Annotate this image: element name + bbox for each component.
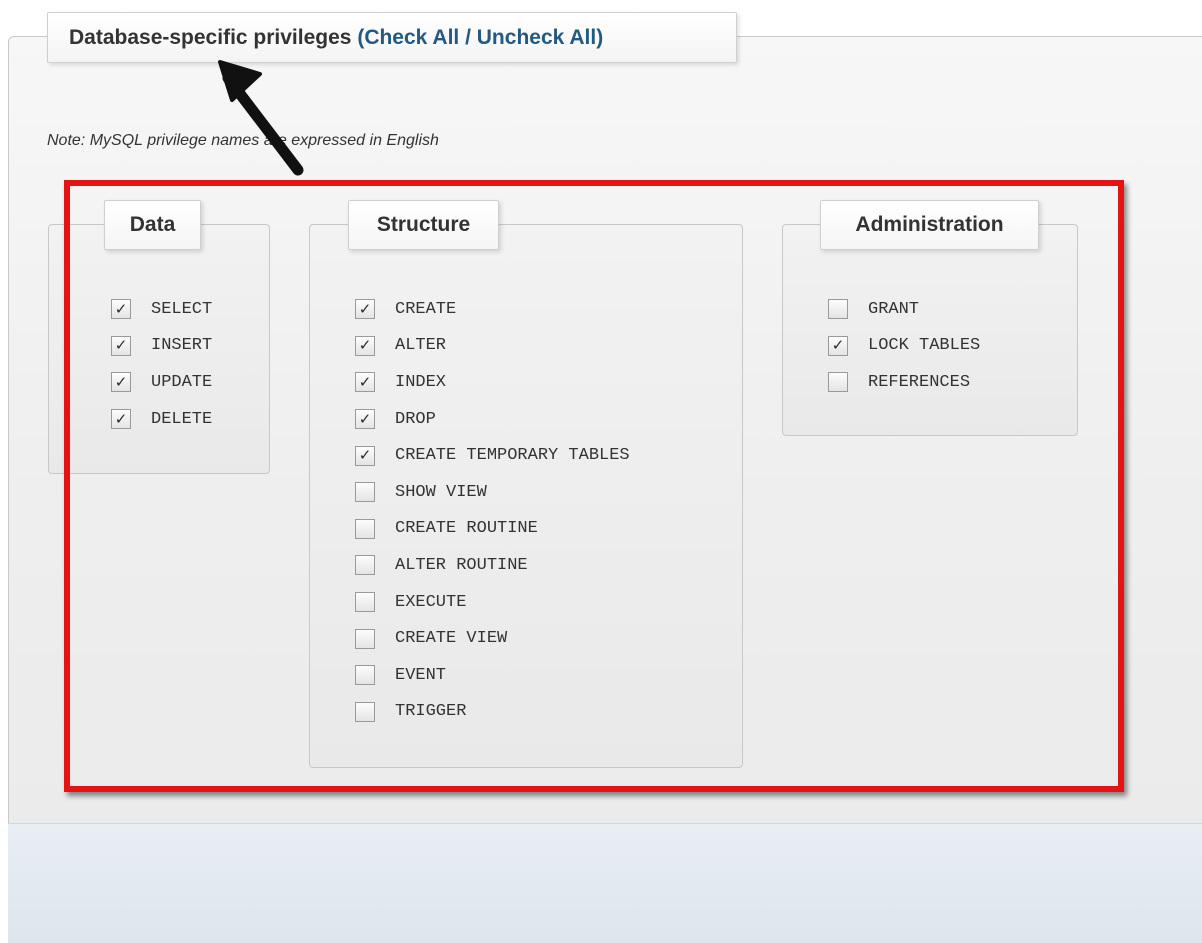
- privilege-execute[interactable]: EXECUTE: [355, 584, 630, 621]
- bottom-bar: [8, 823, 1202, 943]
- privilege-drop[interactable]: ✓ DROP: [355, 401, 630, 438]
- privileges-page: Database-specific privileges (Check All …: [0, 0, 1202, 943]
- privilege-grant[interactable]: GRANT: [828, 291, 980, 328]
- checkbox-icon[interactable]: ✓: [111, 409, 131, 430]
- data-privileges-list: ✓ SELECT ✓ INSERT ✓ UPDATE ✓ DELETE: [111, 291, 212, 437]
- privilege-label: CREATE: [395, 299, 457, 319]
- database-privileges-legend: Database-specific privileges (Check All …: [47, 12, 737, 63]
- checkbox-icon[interactable]: [355, 555, 375, 576]
- privilege-label: SHOW VIEW: [395, 482, 487, 502]
- checkbox-icon[interactable]: ✓: [111, 299, 131, 320]
- legend-open-paren: (: [357, 25, 365, 49]
- privilege-select[interactable]: ✓ SELECT: [111, 291, 212, 328]
- checkbox-icon[interactable]: [355, 518, 375, 539]
- privilege-alter[interactable]: ✓ ALTER: [355, 328, 630, 365]
- privilege-label: ALTER ROUTINE: [395, 555, 528, 575]
- privilege-label: TRIGGER: [395, 702, 467, 722]
- privilege-label: INSERT: [151, 336, 213, 356]
- uncheck-all-link[interactable]: Uncheck All: [477, 26, 596, 50]
- administration-privileges-list: GRANT ✓ LOCK TABLES REFERENCES: [828, 291, 980, 401]
- checkbox-icon[interactable]: [355, 701, 375, 722]
- privilege-label: EXECUTE: [395, 592, 467, 612]
- structure-privileges-list: ✓ CREATE ✓ ALTER ✓ INDEX ✓ DROP ✓ CREATE TEMPORAR…: [355, 291, 630, 730]
- check-all-link[interactable]: Check All: [364, 26, 459, 50]
- checkbox-icon[interactable]: [355, 482, 375, 503]
- privilege-label: SELECT: [151, 299, 213, 319]
- data-legend: Data: [104, 200, 201, 250]
- checkbox-icon[interactable]: [355, 665, 375, 686]
- privilege-label: CREATE VIEW: [395, 629, 508, 649]
- privilege-label: DROP: [395, 409, 436, 429]
- checkbox-icon[interactable]: ✓: [828, 335, 848, 356]
- privilege-label: ALTER: [395, 336, 447, 356]
- legend-title: Database-specific privileges: [69, 25, 352, 49]
- checkbox-icon[interactable]: [828, 299, 848, 320]
- privilege-alter-routine[interactable]: ALTER ROUTINE: [355, 547, 630, 584]
- privilege-create-view[interactable]: CREATE VIEW: [355, 620, 630, 657]
- checkbox-icon[interactable]: ✓: [355, 445, 375, 466]
- privilege-update[interactable]: ✓ UPDATE: [111, 364, 212, 401]
- privilege-label: REFERENCES: [868, 372, 971, 392]
- privilege-label: UPDATE: [151, 372, 213, 392]
- privilege-show-view[interactable]: SHOW VIEW: [355, 474, 630, 511]
- checkbox-icon[interactable]: ✓: [355, 409, 375, 430]
- privilege-label: GRANT: [868, 299, 920, 319]
- structure-legend: Structure: [348, 200, 499, 250]
- checkbox-icon[interactable]: ✓: [355, 372, 375, 393]
- privilege-create[interactable]: ✓ CREATE: [355, 291, 630, 328]
- checkbox-icon[interactable]: ✓: [111, 372, 131, 393]
- checkbox-icon[interactable]: [355, 628, 375, 649]
- checkbox-icon[interactable]: [828, 372, 848, 393]
- legend-separator: /: [465, 25, 471, 49]
- privilege-create-routine[interactable]: CREATE ROUTINE: [355, 511, 630, 548]
- privilege-references[interactable]: REFERENCES: [828, 364, 980, 401]
- privilege-label: INDEX: [395, 372, 447, 392]
- checkbox-icon[interactable]: ✓: [355, 335, 375, 356]
- privilege-insert[interactable]: ✓ INSERT: [111, 328, 212, 365]
- privilege-index[interactable]: ✓ INDEX: [355, 364, 630, 401]
- privilege-label: DELETE: [151, 409, 213, 429]
- privilege-delete[interactable]: ✓ DELETE: [111, 401, 212, 438]
- privilege-label: CREATE ROUTINE: [395, 519, 538, 539]
- privilege-label: LOCK TABLES: [868, 336, 981, 356]
- privilege-label: CREATE TEMPORARY TABLES: [395, 446, 630, 466]
- administration-legend: Administration: [820, 200, 1039, 250]
- privilege-lock-tables[interactable]: ✓ LOCK TABLES: [828, 328, 980, 365]
- privilege-create-temporary-tables[interactable]: ✓ CREATE TEMPORARY TABLES: [355, 437, 630, 474]
- privilege-note: Note: MySQL privilege names are expresse…: [47, 132, 439, 149]
- checkbox-icon[interactable]: ✓: [355, 299, 375, 320]
- privilege-label: EVENT: [395, 665, 447, 685]
- checkbox-icon[interactable]: ✓: [111, 335, 131, 356]
- legend-close-paren: ): [596, 25, 604, 49]
- privilege-trigger[interactable]: TRIGGER: [355, 694, 630, 731]
- privilege-event[interactable]: EVENT: [355, 657, 630, 694]
- checkbox-icon[interactable]: [355, 592, 375, 613]
